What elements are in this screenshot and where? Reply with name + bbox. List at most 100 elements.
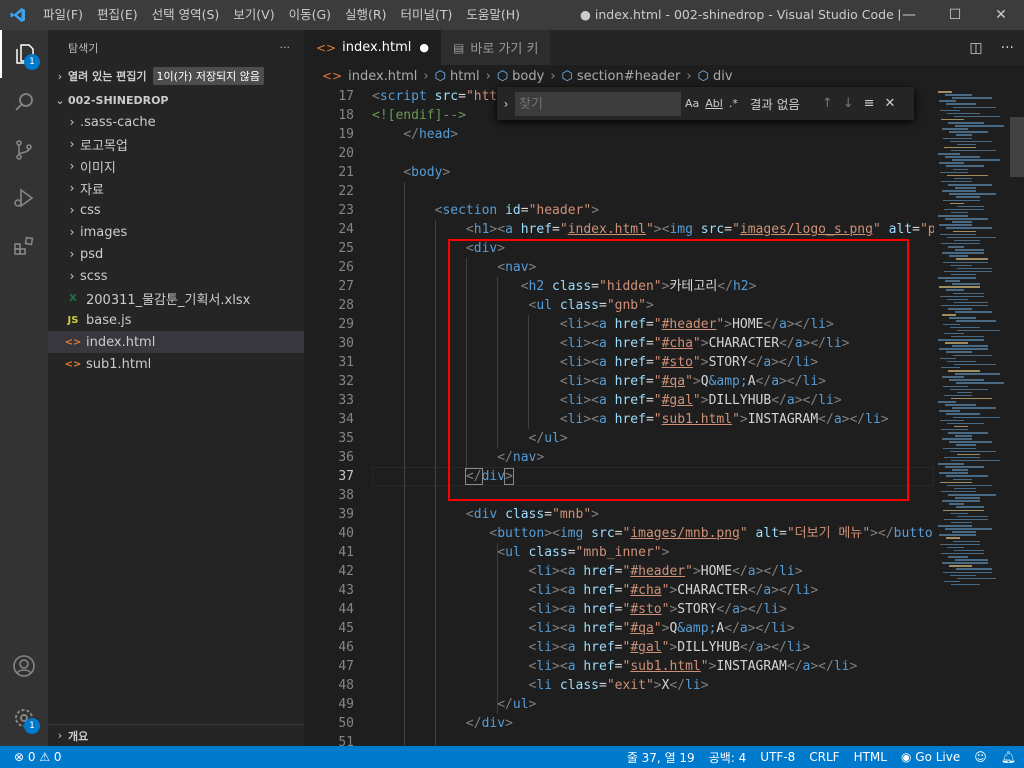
element-icon: ⬡ (434, 68, 446, 84)
chevron-right-icon: › (686, 68, 692, 84)
error-count: 0 (27, 750, 36, 764)
code-line: <section id="header"> (434, 203, 600, 218)
minimap-line (948, 556, 968, 558)
close-window-icon[interactable]: ✕ (978, 0, 1024, 30)
menu-selection[interactable]: 선택 영역(S) (145, 0, 227, 30)
project-section[interactable]: ⌄ 002-SHINEDROP (48, 89, 304, 111)
feedback-icon[interactable]: ☺ (974, 750, 987, 764)
minimap-line (945, 218, 988, 220)
cursor-position[interactable]: 줄 37, 열 19 (627, 749, 695, 766)
minimap-line (953, 416, 1000, 419)
encoding[interactable]: UTF-8 (760, 750, 795, 764)
search-icon[interactable] (0, 78, 48, 126)
minimap-line (938, 339, 984, 341)
file-item[interactable]: JS base.js (48, 309, 304, 331)
account-icon[interactable] (0, 642, 48, 690)
close-icon[interactable]: ✕ (885, 96, 896, 111)
minimap-line (939, 348, 988, 350)
find-input[interactable] (515, 91, 681, 116)
chevron-right-icon[interactable]: › (497, 97, 515, 111)
line-number: 33 (338, 393, 354, 408)
menu-edit[interactable]: 편집(E) (90, 0, 145, 30)
menu-file[interactable]: 파일(F) (36, 0, 90, 30)
chevron-right-icon: › (69, 225, 75, 239)
match-case-toggle[interactable]: Aa (685, 97, 699, 110)
html-file-icon: <> (316, 40, 337, 55)
vscode-logo-icon[interactable] (0, 0, 36, 30)
previous-match-icon[interactable]: ↑ (822, 96, 833, 111)
notifications-icon[interactable]: 🔔︎ (1001, 750, 1016, 764)
go-live-button[interactable]: ◉ Go Live (901, 750, 960, 764)
match-word-toggle[interactable]: Abl (705, 97, 723, 110)
extensions-icon[interactable] (0, 222, 48, 270)
folder-item[interactable]: › 로고목업 (48, 133, 304, 155)
tab-keyboard-shortcuts[interactable]: ▤ 바로 가기 키 (441, 30, 552, 65)
minimize-icon[interactable]: — (886, 0, 932, 30)
menu-view[interactable]: 보기(V) (226, 0, 281, 30)
folder-item[interactable]: › scss (48, 265, 304, 287)
minimap-line (956, 320, 996, 322)
breadcrumb-div[interactable]: div (713, 69, 733, 84)
window-title: ● index.html - 002-shinedrop - Visual St… (580, 7, 900, 22)
open-editors-section[interactable]: › 열려 있는 편집기 1이(가) 저장되지 않음 (48, 65, 304, 87)
minimap-line (942, 252, 984, 254)
code-content[interactable]: <script src="htt <![endif]--> </head> <b… (372, 87, 934, 746)
dirty-indicator-icon[interactable]: ● (419, 41, 429, 54)
more-actions-icon[interactable]: ··· (1001, 40, 1014, 56)
scrollbar-thumb[interactable] (1010, 117, 1024, 177)
find-in-selection-icon[interactable]: ≡ (864, 96, 875, 111)
minimap-line (939, 224, 972, 226)
outline-section[interactable]: › 개요 (48, 724, 304, 746)
file-item[interactable]: X 200311_물감툰_기획서.xlsx (48, 287, 304, 309)
minimap-line (952, 407, 996, 409)
minimap-line (939, 100, 956, 102)
folder-item[interactable]: › psd (48, 243, 304, 265)
line-number: 38 (338, 488, 354, 503)
menu-run[interactable]: 실행(R) (338, 0, 393, 30)
minimap[interactable] (934, 87, 1010, 746)
code-editor[interactable]: 17 18 19 20 21 22 23 24 25 26 27 28 29 30 31 32 33 34 35 36… (304, 87, 934, 746)
breadcrumb-file[interactable]: index.html (348, 69, 417, 84)
tree-item-label: psd (80, 246, 104, 262)
minimap-line (953, 168, 968, 171)
line-number: 40 (338, 526, 354, 541)
split-editor-icon[interactable]: ◫ (969, 40, 982, 56)
next-match-icon[interactable]: ↓ (843, 96, 854, 111)
source-control-icon[interactable] (0, 126, 48, 174)
maximize-icon[interactable]: ☐ (932, 0, 978, 30)
indentation[interactable]: 공백: 4 (709, 749, 747, 766)
breadcrumb-html[interactable]: html (450, 69, 480, 84)
run-debug-icon[interactable] (0, 174, 48, 222)
line-number: 48 (338, 678, 354, 693)
minimap-line (938, 215, 968, 217)
language-mode[interactable]: HTML (854, 750, 887, 764)
breadcrumb-body[interactable]: body (512, 69, 544, 84)
settings-gear-icon[interactable]: 1 (0, 694, 48, 742)
line-number: 45 (338, 621, 354, 636)
menu-help[interactable]: 도움말(H) (459, 0, 527, 30)
explorer-icon[interactable]: 1 (0, 30, 48, 78)
scrollbar[interactable] (1010, 87, 1024, 746)
problems-indicator[interactable]: ⊗ 0 ⚠ 0 (14, 750, 62, 764)
warning-count: 0 (53, 750, 62, 764)
tab-index-html[interactable]: <> index.html ● (304, 30, 442, 65)
folder-item[interactable]: › images (48, 221, 304, 243)
regex-toggle[interactable]: .* (729, 97, 738, 110)
line-number: 26 (338, 260, 354, 275)
menu-go[interactable]: 이동(G) (282, 0, 338, 30)
line-ending[interactable]: CRLF (809, 750, 839, 764)
element-icon: ⬡ (561, 68, 573, 84)
menu-terminal[interactable]: 터미널(T) (394, 0, 460, 30)
minimap-line (953, 106, 996, 109)
breadcrumb-section[interactable]: section#header (577, 69, 681, 84)
folder-item[interactable]: › 자료 (48, 177, 304, 199)
file-item[interactable]: <> sub1.html (48, 353, 304, 375)
minimap-line (947, 360, 976, 363)
folder-item[interactable]: › css (48, 199, 304, 221)
minimap-line (949, 565, 972, 567)
file-item[interactable]: <> index.html (48, 331, 304, 353)
more-actions-icon[interactable]: ··· (280, 41, 291, 54)
folder-item[interactable]: › .sass-cache (48, 111, 304, 133)
folder-item[interactable]: › 이미지 (48, 155, 304, 177)
minimap-line (942, 376, 964, 378)
